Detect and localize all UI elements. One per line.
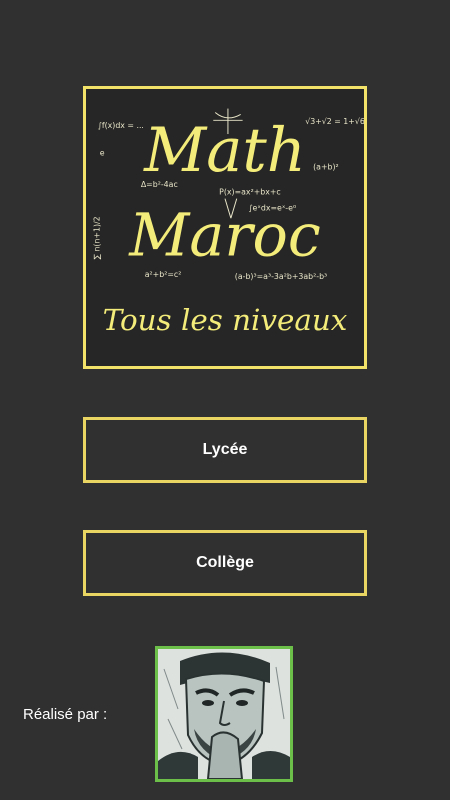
logo-title-math: Math <box>143 116 306 186</box>
college-button[interactable]: Collège <box>83 530 367 596</box>
lycee-button[interactable]: Lycée <box>83 417 367 483</box>
author-photo[interactable] <box>155 646 293 782</box>
formula-pythagore: a²+b²=c² <box>145 270 182 279</box>
app-logo: ∫f(x)dx = ... e √3+√2 = 1+√6 (a+b)² Δ=b²… <box>83 86 367 369</box>
formula-e: e <box>100 149 105 158</box>
formula-sum: ∑ n(n+1)/2 <box>93 216 102 259</box>
formula-cube: (a-b)³=a³-3a²b+3ab²-b³ <box>235 272 327 281</box>
logo-title-maroc: Maroc <box>128 200 320 269</box>
credit-label: Réalisé par : <box>23 706 108 723</box>
lycee-button-label: Lycée <box>202 441 248 458</box>
formula-polynomial: P(x)=ax²+bx+c <box>219 188 281 197</box>
formula-square: (a+b)² <box>313 162 339 171</box>
author-portrait-sketch <box>158 649 290 779</box>
college-button-label: Collège <box>196 554 254 571</box>
formula-sqrt: √3+√2 = 1+√6 <box>305 117 364 126</box>
chalkboard-logo-graphic: ∫f(x)dx = ... e √3+√2 = 1+√6 (a+b)² Δ=b²… <box>93 108 364 337</box>
formula-integral: ∫f(x)dx = ... <box>98 121 144 130</box>
logo-subtitle: Tous les niveaux <box>103 303 348 337</box>
